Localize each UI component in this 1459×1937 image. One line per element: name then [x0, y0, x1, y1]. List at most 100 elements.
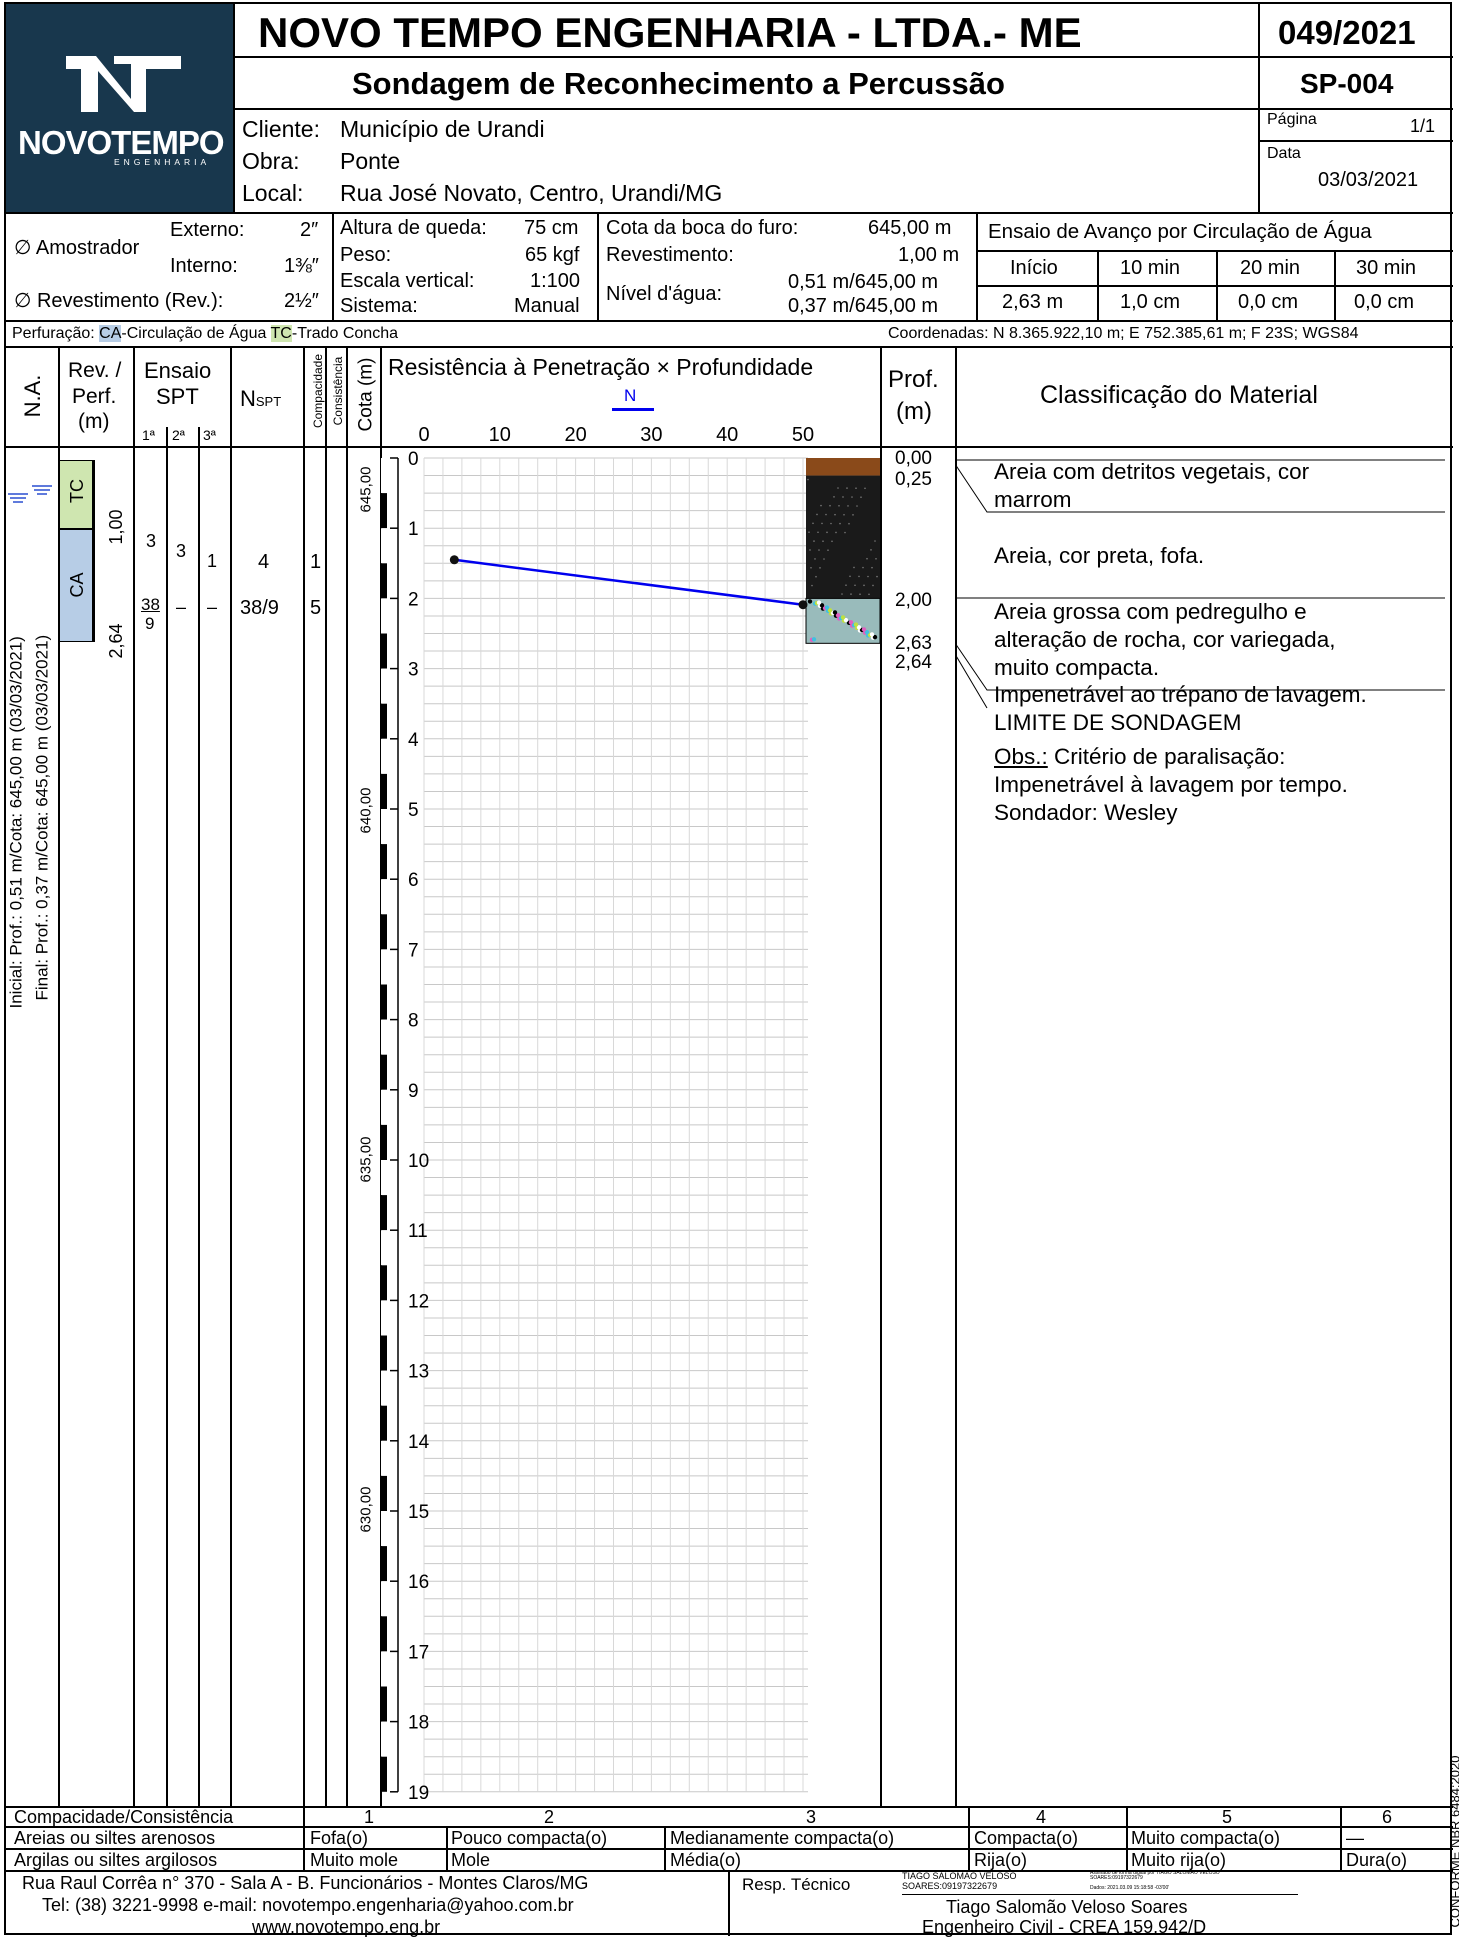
soil-texture-dot — [871, 566, 873, 569]
soil-texture-dot — [858, 575, 860, 578]
footer-address: Rua Raul Corrêa n° 370 - Sala A - B. Fun… — [22, 1873, 589, 1893]
soil-texture-dot — [848, 522, 850, 525]
prof-025: 0,25 — [895, 469, 932, 490]
ruler-segment — [381, 1370, 387, 1406]
ruler-segment — [381, 1230, 387, 1266]
depth-label: 0 — [408, 449, 419, 470]
legend-num-2: 2 — [544, 1807, 555, 1827]
soil-texture-dot — [819, 567, 821, 569]
ruler-segment — [381, 633, 387, 669]
legend-areias-6: — — [1346, 1828, 1364, 1848]
soil-texture-dot — [831, 540, 833, 543]
ruler-segment — [381, 1335, 387, 1371]
signature-name-b: SOARES:09197322679 — [902, 1881, 998, 1891]
ruler-segment — [381, 1511, 387, 1547]
legend-argilas-5: Muito rija(o) — [1131, 1850, 1227, 1870]
ruler-segment — [381, 809, 387, 845]
soil-texture-dot — [852, 514, 854, 516]
soil-texture-dot — [841, 593, 843, 595]
legend-num-1: 1 — [364, 1807, 375, 1827]
prof-264: 2,64 — [895, 652, 932, 673]
depth-label: 4 — [408, 730, 419, 751]
soil-texture-dot — [830, 522, 832, 525]
ruler-segment — [381, 738, 387, 774]
depth-label: 7 — [408, 940, 419, 961]
ruler-segment — [381, 1019, 387, 1055]
soil-texture-dot — [814, 558, 816, 560]
soil-texture-dot — [815, 575, 817, 578]
classif-3c: muito compacta. — [994, 655, 1160, 680]
soil-texture-dot — [851, 496, 853, 498]
depth-label: 11 — [408, 1221, 428, 1242]
soil-texture-dot — [859, 593, 861, 595]
ruler-segment — [381, 1581, 387, 1617]
soil-texture-dot — [809, 549, 811, 551]
soil-texture-dot — [832, 610, 838, 615]
ruler-segment — [381, 1124, 387, 1160]
soil-texture-dot — [820, 504, 822, 507]
series-point — [449, 555, 459, 565]
x-tick-label: 20 — [564, 424, 586, 446]
ruler-segment — [381, 668, 387, 704]
ruler-segment — [381, 1546, 387, 1582]
x-tick-label: 30 — [640, 424, 662, 446]
ruler-segment — [381, 1721, 387, 1757]
legend-argilas-6: Dura(o) — [1346, 1850, 1408, 1870]
soil-texture-dot — [811, 637, 817, 642]
soil-texture-dot — [860, 496, 862, 498]
soil-texture-dot — [850, 593, 852, 595]
depth-label: 17 — [408, 1642, 429, 1663]
prof-200: 2,00 — [895, 590, 932, 611]
depth-label: 5 — [408, 800, 419, 821]
ruler-segment — [381, 1089, 387, 1125]
soil-texture-dot — [827, 549, 829, 551]
soil-texture-dot — [812, 522, 814, 525]
soil-texture-dot — [845, 584, 847, 586]
soil-texture-dot — [823, 558, 825, 560]
norm-side-note: CONFORME NBR 6484:2020 — [1447, 1755, 1459, 1928]
soil-texture-dot — [853, 566, 855, 569]
soil-texture-dot — [810, 566, 812, 569]
ruler-segment — [381, 1651, 387, 1687]
ruler-segment — [381, 1616, 387, 1652]
soil-texture-dot — [847, 505, 849, 507]
depth-label: 18 — [408, 1713, 429, 1734]
soil-texture-dot — [811, 584, 813, 587]
classif-1a: Areia com detritos vegetais, cor — [994, 459, 1310, 484]
ruler-segment — [381, 458, 387, 494]
depth-label: 10 — [408, 1151, 429, 1172]
soil-texture-dot — [863, 584, 865, 587]
soil-texture-dot — [816, 513, 818, 516]
legend-areias-2: Pouco compacta(o) — [451, 1828, 608, 1848]
soil-texture-dot — [838, 505, 840, 507]
soil-texture-dot — [829, 504, 831, 507]
classif-2: Areia, cor preta, fofa. — [994, 543, 1205, 568]
ruler-segment — [381, 1756, 387, 1792]
ruler-segment — [381, 949, 387, 985]
soil-texture-dot — [861, 627, 867, 632]
soil-texture-dot — [846, 487, 848, 489]
classif-obs3: Sondador: Wesley — [994, 800, 1178, 825]
soil-texture-dot — [818, 549, 820, 551]
engineer-name: Tiago Salomão Veloso Soares — [946, 1897, 1188, 1917]
legend-areias-1: Fofa(o) — [310, 1828, 369, 1848]
depth-label: 3 — [408, 660, 419, 681]
soil-texture-dot — [833, 496, 835, 498]
footer-resp-label: Resp. Técnico — [742, 1875, 851, 1894]
depth-label: 12 — [408, 1291, 429, 1312]
legend-argilas-4: Rija(o) — [974, 1850, 1028, 1870]
classif-4b: LIMITE DE SONDAGEM — [994, 710, 1242, 735]
legend-argilas-2: Mole — [451, 1850, 491, 1870]
legend-argilas-1: Muito mole — [310, 1850, 399, 1870]
legend-argilas-3: Média(o) — [670, 1850, 742, 1870]
depth-label: 16 — [408, 1572, 429, 1593]
soil-texture-dot — [867, 575, 869, 578]
classif-obs: Obs.: Critério de paralisação: — [994, 744, 1286, 769]
soil-texture-dot — [825, 513, 827, 516]
legend-argilas-label: Argilas ou siltes argilosos — [14, 1850, 218, 1870]
soil-texture-dot — [817, 531, 819, 534]
x-tick-label: 0 — [418, 424, 429, 446]
soil-texture-dot — [808, 531, 810, 533]
soil-texture-dot — [854, 584, 856, 587]
ruler-segment — [381, 598, 387, 634]
